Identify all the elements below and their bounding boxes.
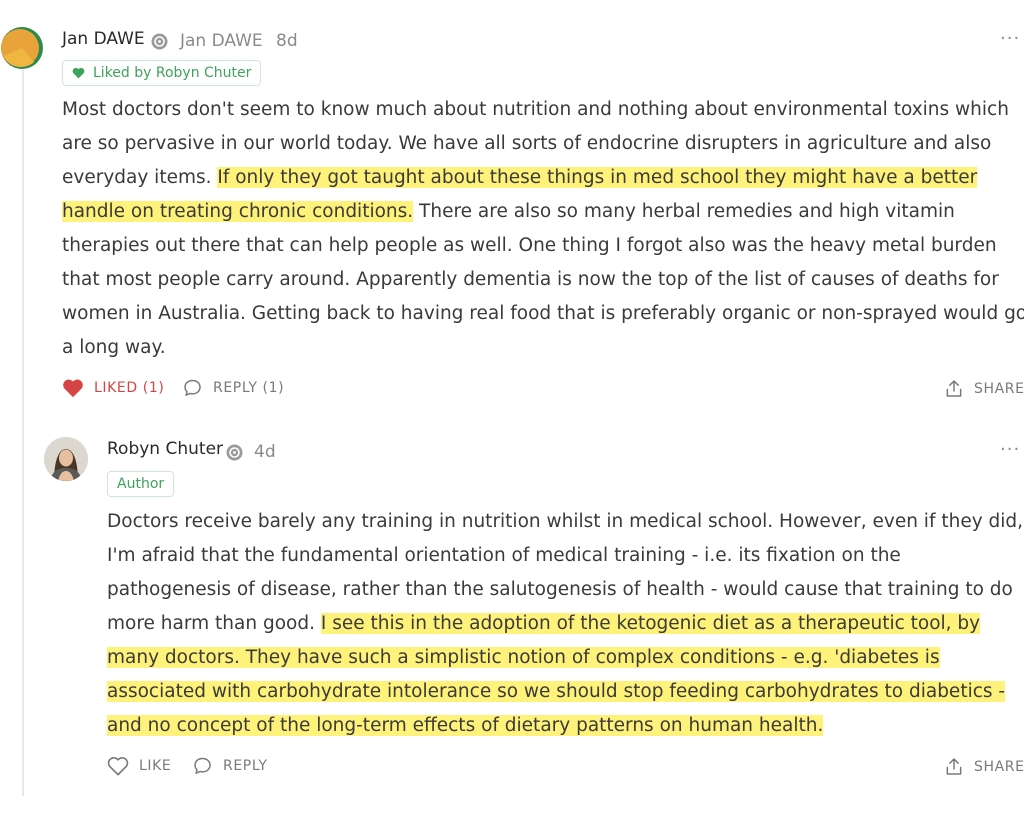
badge-icon xyxy=(226,444,243,461)
author-handle[interactable]: Jan DAWE xyxy=(180,31,263,51)
comment-icon xyxy=(194,757,211,774)
author-badge: Author xyxy=(107,471,175,497)
like-button[interactable]: LIKED (1) xyxy=(62,378,164,398)
share-icon xyxy=(946,758,962,775)
reply-age[interactable]: 4d xyxy=(254,442,276,462)
like-label: LIKED (1) xyxy=(94,380,165,396)
reply-label: REPLY (1) xyxy=(213,380,285,396)
comment-icon xyxy=(184,379,201,396)
avatar[interactable] xyxy=(44,437,88,481)
share-label: SHARE xyxy=(974,380,1024,397)
reply-button[interactable]: REPLY xyxy=(192,756,268,776)
comment-text-rest: There are also so many herbal remedies a… xyxy=(62,201,1024,358)
author-name[interactable]: Robyn Chuter xyxy=(107,439,223,459)
share-label: SHARE xyxy=(974,758,1024,775)
liked-by-label: Liked by Robyn Chuter xyxy=(93,65,252,81)
heart-icon xyxy=(63,379,83,398)
share-button[interactable]: SHARE xyxy=(944,378,1024,399)
reply-body: Doctors receive barely any training in n… xyxy=(107,505,1024,743)
more-icon[interactable]: ··· xyxy=(1000,439,1020,460)
comment-age[interactable]: 8d xyxy=(276,31,298,51)
thread-line[interactable] xyxy=(22,70,24,796)
author-badge-label: Author xyxy=(117,476,165,492)
like-label: LIKE xyxy=(139,758,172,774)
like-button[interactable]: LIKE xyxy=(107,756,171,776)
heart-icon xyxy=(107,757,129,776)
comment-thread: Jan DAWE Jan DAWE 8d ··· Liked by Robyn … xyxy=(0,0,1024,819)
reply-label: REPLY xyxy=(223,758,268,774)
more-icon[interactable]: ··· xyxy=(1000,28,1020,49)
share-icon xyxy=(946,380,962,397)
heart-icon xyxy=(72,67,85,79)
share-button[interactable]: SHARE xyxy=(944,756,1024,777)
badge-icon xyxy=(151,33,168,50)
author-name[interactable]: Jan DAWE xyxy=(62,29,145,49)
comment-body: Most doctors don't seem to know much abo… xyxy=(62,93,1024,365)
reply-button[interactable]: REPLY (1) xyxy=(182,378,284,398)
liked-by-badge: Liked by Robyn Chuter xyxy=(62,60,262,86)
avatar[interactable] xyxy=(0,26,44,70)
